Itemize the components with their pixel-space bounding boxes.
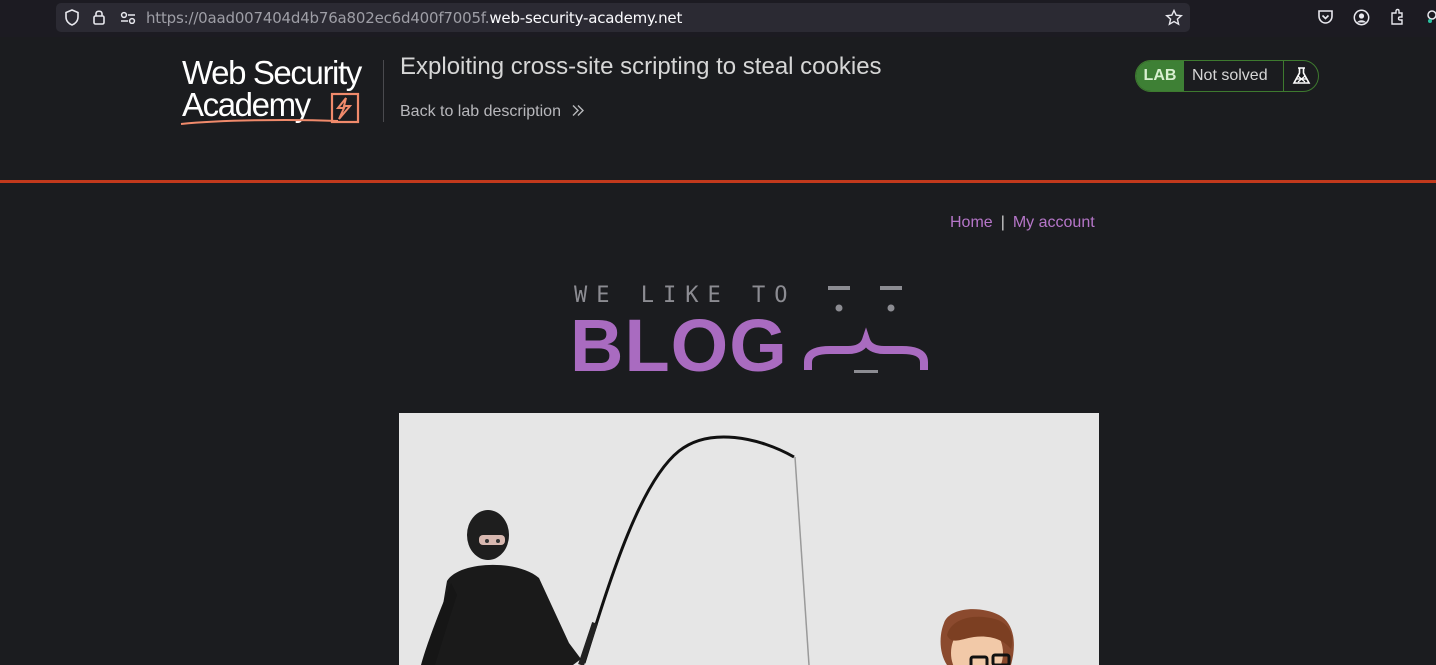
nav-separator: | xyxy=(1000,214,1005,231)
blog-face-logo xyxy=(804,286,928,373)
academy-logo[interactable]: Web Security Academy xyxy=(180,54,362,125)
account-icon[interactable] xyxy=(1353,9,1370,26)
extensions-icon[interactable] xyxy=(1389,8,1406,26)
browser-toolbar: https://0aad007404d4b76a802ec6d400f7005f… xyxy=(0,0,1436,37)
url-prefix: https://0aad007404d4b76a802ec6d400f7005f… xyxy=(146,9,490,27)
lock-icon[interactable] xyxy=(92,9,106,26)
nav-home-link[interactable]: Home xyxy=(950,214,993,231)
logo-swoosh xyxy=(180,119,339,125)
address-bar[interactable]: https://0aad007404d4b76a802ec6d400f7005f… xyxy=(56,3,1190,32)
overflow-icon[interactable] xyxy=(1424,9,1436,25)
lab-badge: LAB xyxy=(1136,61,1184,91)
lab-status-text: Not solved xyxy=(1192,67,1268,84)
flask-icon[interactable] xyxy=(1283,61,1318,91)
lab-header: Web Security Academy Exploiting cross-si… xyxy=(0,37,1436,183)
url-host: web-security-academy.net xyxy=(489,9,683,27)
shield-icon[interactable] xyxy=(64,9,80,26)
star-icon[interactable] xyxy=(1165,9,1183,26)
banner-blog-title: BLOG xyxy=(570,304,788,387)
logo-line1: Web Security xyxy=(182,54,362,91)
site-nav: Home | My account xyxy=(950,214,1095,232)
double-chevron-right-icon xyxy=(572,105,585,116)
blog-hero-image[interactable] xyxy=(399,413,1099,665)
header-divider xyxy=(383,60,384,122)
phishing-illustration xyxy=(421,435,1014,665)
lab-status-widget: LAB Not solved xyxy=(1135,60,1319,92)
lab-title: Exploiting cross-site scripting to steal… xyxy=(400,53,882,80)
pocket-icon[interactable] xyxy=(1317,9,1334,25)
permissions-icon[interactable] xyxy=(120,11,136,24)
url-text[interactable]: https://0aad007404d4b76a802ec6d400f7005f… xyxy=(146,9,682,27)
nav-my-account-link[interactable]: My account xyxy=(1013,214,1095,231)
back-to-lab-link[interactable]: Back to lab description xyxy=(400,103,585,121)
back-link-label: Back to lab description xyxy=(400,103,561,120)
